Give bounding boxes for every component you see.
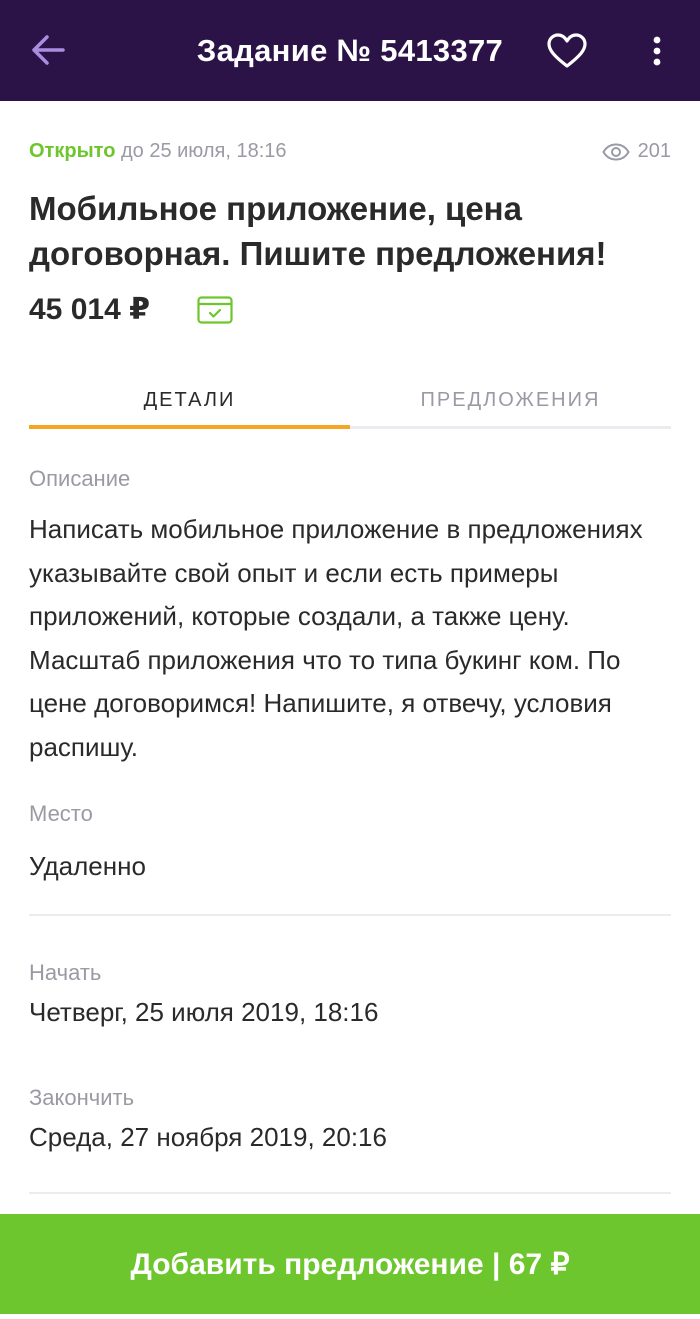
arrow-left-icon bbox=[32, 35, 65, 65]
description-text: Написать мобильное приложение в предложе… bbox=[29, 514, 643, 762]
eye-icon bbox=[601, 142, 630, 161]
tab-offers[interactable]: ПРЕДЛОЖЕНИЯ bbox=[350, 374, 671, 426]
add-offer-button[interactable]: Добавить предложение | 67 ₽ bbox=[0, 1214, 700, 1314]
start-value: Четверг, 25 июля 2019, 18:16 bbox=[29, 997, 379, 1027]
status-badge: Открыто bbox=[29, 140, 116, 162]
back-button[interactable] bbox=[28, 30, 68, 70]
views-count: 201 bbox=[637, 140, 671, 162]
status-deadline: до 25 июля, 18:16 bbox=[120, 140, 287, 162]
place-value: Удаленно bbox=[29, 851, 146, 881]
heart-icon bbox=[547, 33, 587, 68]
favorite-button[interactable] bbox=[545, 30, 589, 72]
more-vertical-icon bbox=[653, 36, 661, 66]
views-counter: 201 bbox=[601, 140, 671, 163]
tab-details[interactable]: ДЕТАЛИ bbox=[29, 374, 350, 426]
secure-payment-button[interactable] bbox=[197, 296, 233, 329]
divider bbox=[29, 914, 671, 916]
task-status: Открыто до 25 июля, 18:16 bbox=[29, 140, 287, 163]
page-title: Задание № 5413377 bbox=[196, 32, 504, 68]
card-check-icon bbox=[197, 296, 233, 324]
tab-bar: ДЕТАЛИ ПРЕДЛОЖЕНИЯ bbox=[29, 374, 671, 430]
end-value: Среда, 27 ноября 2019, 20:16 bbox=[29, 1122, 387, 1152]
task-title: Мобильное приложение, цена договорная. П… bbox=[29, 190, 607, 272]
top-app-bar: Задание № 5413377 bbox=[0, 0, 700, 101]
task-price: 45 014 ₽ bbox=[29, 293, 150, 326]
place-label: Место bbox=[29, 801, 93, 826]
description-label: Описание bbox=[29, 466, 131, 491]
active-tab-indicator bbox=[29, 425, 350, 429]
start-label: Начать bbox=[29, 960, 102, 985]
more-options-button[interactable] bbox=[640, 30, 674, 72]
divider bbox=[29, 1192, 671, 1194]
end-label: Закончить bbox=[29, 1085, 135, 1110]
